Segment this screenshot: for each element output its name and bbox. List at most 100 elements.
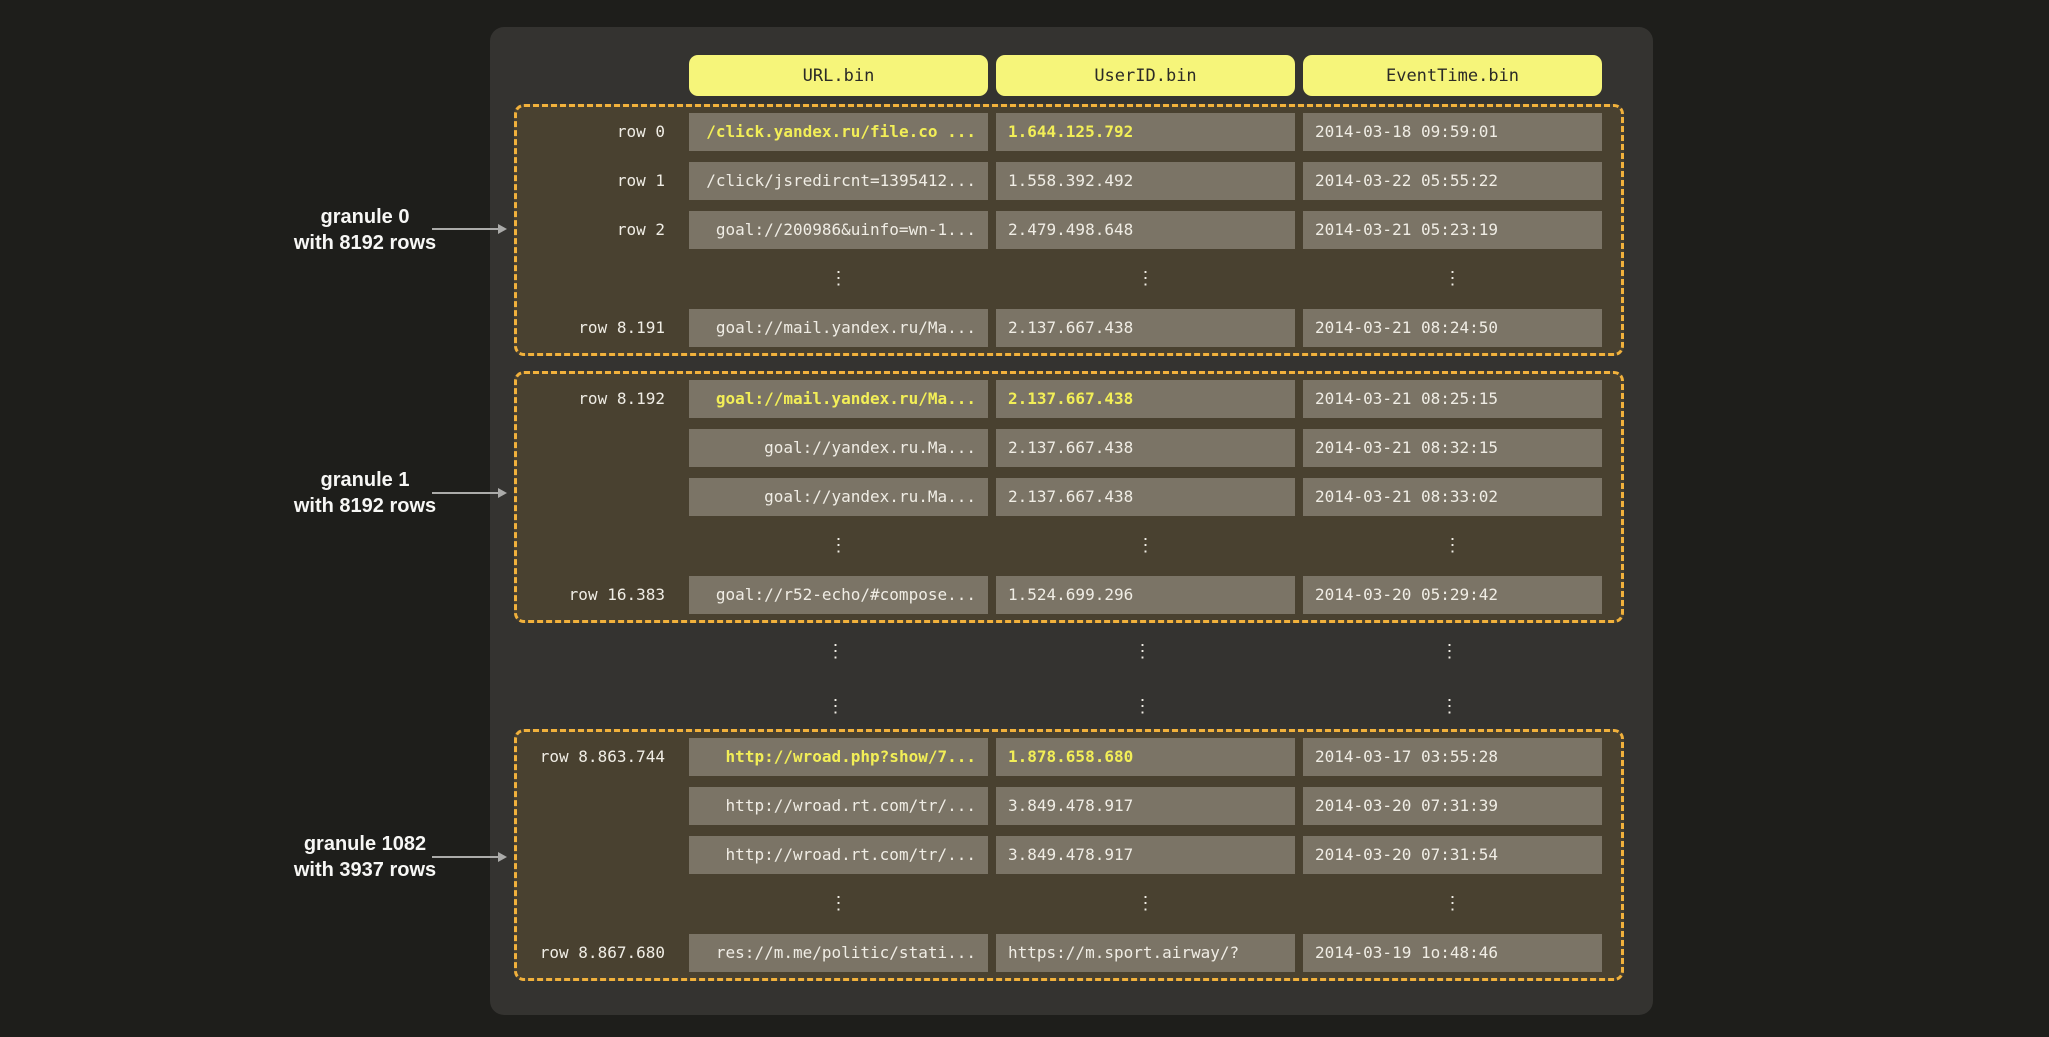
vertical-ellipsis: ⋮ <box>689 260 988 298</box>
row-index-label <box>517 260 681 298</box>
cell-userid: 1.644.125.792 <box>996 113 1295 151</box>
row-index-label <box>517 527 681 565</box>
vertical-ellipsis: ⋮ <box>993 633 1292 671</box>
table-row: row 8.867.680res://m.me/politic/stati...… <box>517 934 1621 972</box>
cell-userid: 2.137.667.438 <box>996 309 1295 347</box>
cell-eventtime: 2014-03-21 08:25:15 <box>1303 380 1602 418</box>
spacer <box>514 688 678 726</box>
table-row: row 16.383goal://r52-echo/#compose...1.5… <box>517 576 1621 614</box>
table-row: row 0/click.yandex.ru/file.co ...1.644.1… <box>517 113 1621 151</box>
cell-eventtime: 2014-03-20 07:31:39 <box>1303 787 1602 825</box>
granule-1082-arrow-icon <box>432 856 498 858</box>
cell-userid: 1.558.392.492 <box>996 162 1295 200</box>
column-header-userid: UserID.bin <box>996 55 1295 96</box>
vertical-ellipsis: ⋮ <box>996 885 1295 923</box>
cell-userid: 2.137.667.438 <box>996 429 1295 467</box>
granule-label-line1: granule 0 <box>215 204 515 230</box>
row-index-label <box>517 429 681 467</box>
granule-label-line2: with 3937 rows <box>215 857 515 883</box>
cell-url: goal://r52-echo/#compose... <box>689 576 988 614</box>
table-row: http://wroad.rt.com/tr/...3.849.478.9172… <box>517 836 1621 874</box>
cell-url: http://wroad.rt.com/tr/... <box>689 836 988 874</box>
granule-0-arrow-icon <box>432 228 498 230</box>
vertical-ellipsis: ⋮ <box>689 885 988 923</box>
cell-url: /click/jsredircnt=1395412... <box>689 162 988 200</box>
row-index-label <box>517 836 681 874</box>
table-row: row 8.191goal://mail.yandex.ru/Ma...2.13… <box>517 309 1621 347</box>
column-header-url: URL.bin <box>689 55 988 96</box>
cell-userid: 2.137.667.438 <box>996 380 1295 418</box>
cell-eventtime: 2014-03-21 08:33:02 <box>1303 478 1602 516</box>
granule-1082-box: row 8.863.744http://wroad.php?show/7...1… <box>514 729 1624 981</box>
granule-1-box: row 8.192goal://mail.yandex.ru/Ma...2.13… <box>514 371 1624 623</box>
row-index-label: row 2 <box>517 211 681 249</box>
granule-label-line2: with 8192 rows <box>215 493 515 519</box>
cell-url: goal://200986&uinfo=wn-1... <box>689 211 988 249</box>
spacer <box>514 633 678 671</box>
row-index-label: row 0 <box>517 113 681 151</box>
row-index-label: row 8.867.680 <box>517 934 681 972</box>
cell-userid: 1.878.658.680 <box>996 738 1295 776</box>
row-index-label: row 8.192 <box>517 380 681 418</box>
table-row: row 1/click/jsredircnt=1395412...1.558.3… <box>517 162 1621 200</box>
ellipsis-row: ⋮⋮⋮ <box>517 527 1621 565</box>
vertical-ellipsis: ⋮ <box>686 688 985 726</box>
cell-url: goal://mail.yandex.ru/Ma... <box>689 380 988 418</box>
table-row: row 8.192goal://mail.yandex.ru/Ma...2.13… <box>517 380 1621 418</box>
vertical-ellipsis: ⋮ <box>1300 633 1599 671</box>
cell-eventtime: 2014-03-18 09:59:01 <box>1303 113 1602 151</box>
row-index-label: row 16.383 <box>517 576 681 614</box>
cell-eventtime: 2014-03-20 05:29:42 <box>1303 576 1602 614</box>
table-row: row 8.863.744http://wroad.php?show/7...1… <box>517 738 1621 776</box>
table-row: goal://yandex.ru.Ma...2.137.667.4382014-… <box>517 478 1621 516</box>
vertical-ellipsis: ⋮ <box>996 527 1295 565</box>
cell-userid: 2.137.667.438 <box>996 478 1295 516</box>
vertical-ellipsis: ⋮ <box>686 633 985 671</box>
table-row: row 2goal://200986&uinfo=wn-1...2.479.49… <box>517 211 1621 249</box>
granule-label-line1: granule 1 <box>215 467 515 493</box>
vertical-ellipsis: ⋮ <box>1303 527 1602 565</box>
cell-eventtime: 2014-03-21 08:32:15 <box>1303 429 1602 467</box>
cell-userid: 1.524.699.296 <box>996 576 1295 614</box>
vertical-ellipsis: ⋮ <box>1303 260 1602 298</box>
cell-userid: 3.849.478.917 <box>996 787 1295 825</box>
cell-eventtime: 2014-03-20 07:31:54 <box>1303 836 1602 874</box>
cell-url: goal://yandex.ru.Ma... <box>689 429 988 467</box>
column-header-eventtime: EventTime.bin <box>1303 55 1602 96</box>
cell-url: res://m.me/politic/stati... <box>689 934 988 972</box>
row-index-label: row 8.191 <box>517 309 681 347</box>
vertical-ellipsis: ⋮ <box>1300 688 1599 726</box>
ellipsis-row: ⋮⋮⋮ <box>517 885 1621 923</box>
ellipsis-row: ⋮⋮⋮ <box>517 260 1621 298</box>
table-row: http://wroad.rt.com/tr/...3.849.478.9172… <box>517 787 1621 825</box>
row-index-label <box>517 885 681 923</box>
cell-url: goal://yandex.ru.Ma... <box>689 478 988 516</box>
cell-url: http://wroad.php?show/7... <box>689 738 988 776</box>
table-row: goal://yandex.ru.Ma...2.137.667.4382014-… <box>517 429 1621 467</box>
omitted-granules-ellipsis-row: ⋮⋮⋮ <box>514 633 1624 671</box>
row-index-label: row 8.863.744 <box>517 738 681 776</box>
cell-eventtime: 2014-03-17 03:55:28 <box>1303 738 1602 776</box>
row-index-label: row 1 <box>517 162 681 200</box>
cell-userid: https://m.sport.airway/? <box>996 934 1295 972</box>
vertical-ellipsis: ⋮ <box>1303 885 1602 923</box>
granule-label-line2: with 8192 rows <box>215 230 515 256</box>
row-index-label <box>517 787 681 825</box>
granule-0-box: row 0/click.yandex.ru/file.co ...1.644.1… <box>514 104 1624 356</box>
cell-eventtime: 2014-03-21 08:24:50 <box>1303 309 1602 347</box>
cell-eventtime: 2014-03-19 1o:48:46 <box>1303 934 1602 972</box>
row-index-label <box>517 478 681 516</box>
cell-eventtime: 2014-03-21 05:23:19 <box>1303 211 1602 249</box>
granule-0-label: granule 0 with 8192 rows <box>215 204 515 256</box>
cell-userid: 3.849.478.917 <box>996 836 1295 874</box>
granule-label-line1: granule 1082 <box>215 831 515 857</box>
vertical-ellipsis: ⋮ <box>689 527 988 565</box>
cell-userid: 2.479.498.648 <box>996 211 1295 249</box>
cell-url: /click.yandex.ru/file.co ... <box>689 113 988 151</box>
cell-url: goal://mail.yandex.ru/Ma... <box>689 309 988 347</box>
vertical-ellipsis: ⋮ <box>993 688 1292 726</box>
cell-eventtime: 2014-03-22 05:55:22 <box>1303 162 1602 200</box>
cell-url: http://wroad.rt.com/tr/... <box>689 787 988 825</box>
granule-1-arrow-icon <box>432 492 498 494</box>
column-headers: URL.bin UserID.bin EventTime.bin <box>689 55 1602 96</box>
